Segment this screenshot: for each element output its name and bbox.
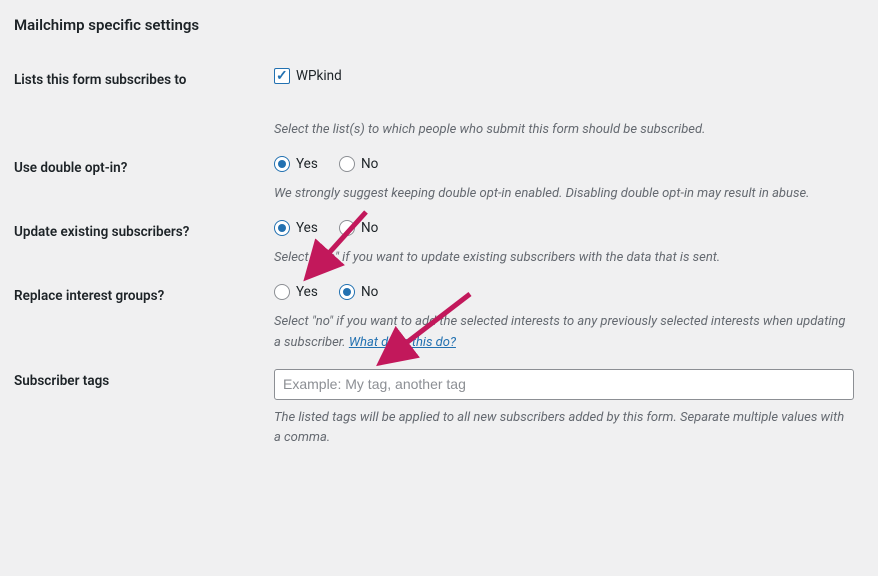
row-subscriber-tags: Subscriber tags The listed tags will be … bbox=[14, 357, 864, 453]
radio-replace-interests-no-text: No bbox=[361, 284, 378, 300]
radio-double-opt-in-yes[interactable] bbox=[274, 156, 290, 172]
label-subscriber-tags: Subscriber tags bbox=[14, 357, 274, 453]
radio-update-existing-no[interactable] bbox=[339, 220, 355, 236]
replace-interests-radio-group: Yes No bbox=[274, 284, 854, 304]
radio-replace-interests-yes-label[interactable]: Yes bbox=[274, 284, 318, 300]
radio-update-existing-yes-text: Yes bbox=[296, 220, 318, 236]
checkbox-wpkind-text: WPkind bbox=[296, 68, 342, 84]
label-replace-interests: Replace interest groups? bbox=[14, 272, 274, 356]
settings-table: Lists this form subscribes to WPkind Sel… bbox=[14, 56, 864, 453]
radio-double-opt-in-yes-text: Yes bbox=[296, 156, 318, 172]
radio-double-opt-in-no-text: No bbox=[361, 156, 378, 172]
label-lists: Lists this form subscribes to bbox=[14, 56, 274, 144]
radio-replace-interests-no[interactable] bbox=[339, 284, 355, 300]
subscriber-tags-input[interactable] bbox=[274, 369, 854, 401]
radio-update-existing-yes-label[interactable]: Yes bbox=[274, 220, 318, 236]
description-replace-interests: Select "no" if you want to add the selec… bbox=[274, 312, 854, 352]
description-subscriber-tags: The listed tags will be applied to all n… bbox=[274, 408, 854, 448]
mailchimp-settings-panel: Mailchimp specific settings Lists this f… bbox=[0, 0, 878, 463]
row-replace-interests: Replace interest groups? Yes No Select "… bbox=[14, 272, 864, 356]
row-lists: Lists this form subscribes to WPkind Sel… bbox=[14, 56, 864, 144]
label-double-opt-in: Use double opt-in? bbox=[14, 144, 274, 208]
description-double-opt-in: We strongly suggest keeping double opt-i… bbox=[274, 184, 854, 204]
description-update-existing: Select "yes" if you want to update exist… bbox=[274, 248, 854, 268]
link-what-does-this-do[interactable]: What does this do? bbox=[349, 335, 456, 350]
checkbox-wpkind[interactable] bbox=[274, 68, 290, 84]
checkbox-wpkind-label[interactable]: WPkind bbox=[274, 68, 342, 84]
description-lists: Select the list(s) to which people who s… bbox=[274, 120, 854, 140]
radio-double-opt-in-no[interactable] bbox=[339, 156, 355, 172]
radio-double-opt-in-yes-label[interactable]: Yes bbox=[274, 156, 318, 172]
radio-replace-interests-no-label[interactable]: No bbox=[339, 284, 378, 300]
section-title: Mailchimp specific settings bbox=[14, 16, 864, 34]
radio-update-existing-no-label[interactable]: No bbox=[339, 220, 378, 236]
update-existing-radio-group: Yes No bbox=[274, 220, 854, 240]
radio-update-existing-no-text: No bbox=[361, 220, 378, 236]
row-double-opt-in: Use double opt-in? Yes No We strongly su… bbox=[14, 144, 864, 208]
label-update-existing: Update existing subscribers? bbox=[14, 208, 274, 272]
radio-replace-interests-yes[interactable] bbox=[274, 284, 290, 300]
double-opt-in-radio-group: Yes No bbox=[274, 156, 854, 176]
lists-checkbox-group: WPkind bbox=[274, 68, 854, 88]
radio-replace-interests-yes-text: Yes bbox=[296, 284, 318, 300]
radio-double-opt-in-no-label[interactable]: No bbox=[339, 156, 378, 172]
row-update-existing: Update existing subscribers? Yes No Sele… bbox=[14, 208, 864, 272]
radio-update-existing-yes[interactable] bbox=[274, 220, 290, 236]
